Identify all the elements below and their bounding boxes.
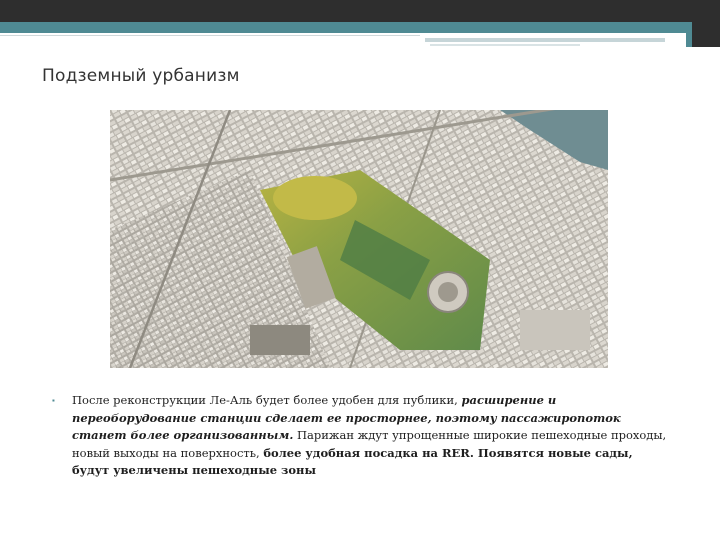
top-right-dark-block (692, 0, 720, 47)
bullet-icon: ▪ (52, 396, 55, 405)
top-dark-bar (0, 0, 720, 22)
decorative-line (425, 38, 665, 42)
decorative-line (430, 44, 580, 46)
decorative-line (0, 35, 420, 36)
text-regular: После реконструкции Ле-Аль будет более у… (72, 393, 462, 407)
bullet-paragraph: ▪ После реконструкции Ле-Аль будет более… (52, 392, 672, 480)
aerial-photo (110, 110, 608, 368)
bullet-text: После реконструкции Ле-Аль будет более у… (72, 392, 672, 480)
page-title: Подземный урбанизм (42, 66, 240, 86)
top-right-teal-block (686, 22, 692, 47)
top-teal-bar (0, 22, 720, 33)
